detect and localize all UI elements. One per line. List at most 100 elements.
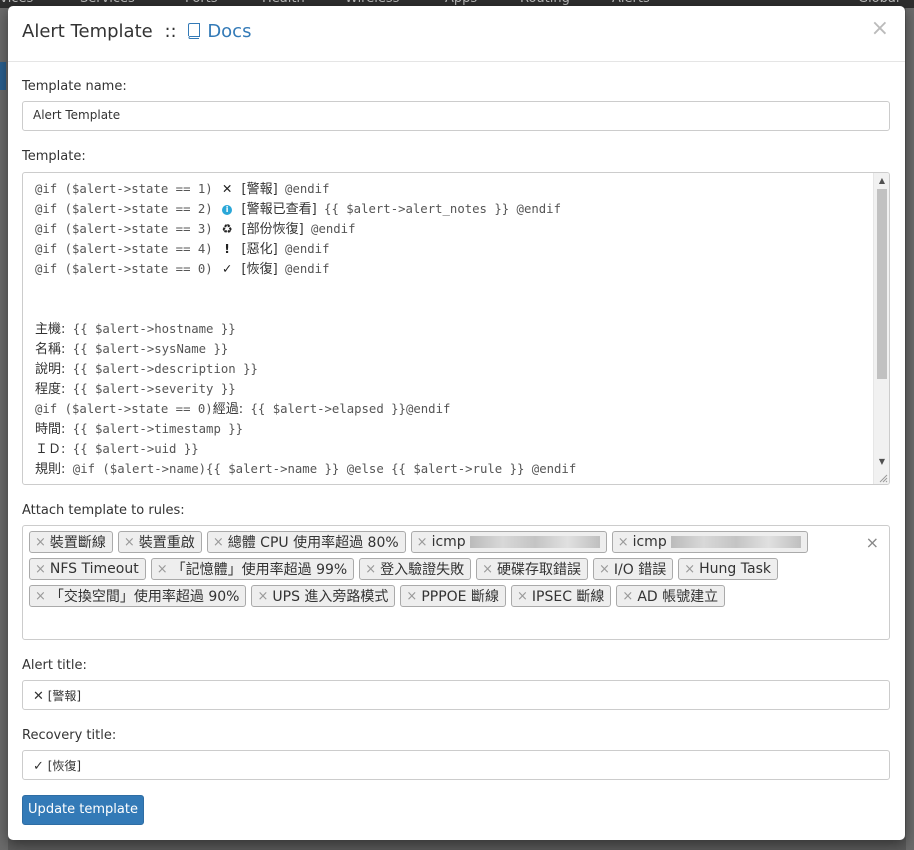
recovery-title-label: Recovery title: <box>22 728 117 743</box>
code-text: @if ($alert->state == 4) <box>35 242 221 256</box>
remove-tag-icon[interactable]: × <box>618 535 629 550</box>
remove-tag-icon[interactable]: × <box>684 562 695 577</box>
code-label: [警報] <box>241 182 278 197</box>
template-line: 說明: {{ $alert->description }} <box>35 359 871 379</box>
rule-tag[interactable]: × 總體 CPU 使用率超過 80% <box>206 531 406 553</box>
template-line: ＩＤ: {{ $alert->uid }} <box>35 439 871 459</box>
remove-tag-icon[interactable]: × <box>213 535 224 550</box>
rule-tag-label: icmp <box>431 534 466 550</box>
background-page-right <box>906 8 914 850</box>
close-button[interactable]: × <box>871 18 889 40</box>
rule-tag-label: PPPOE 斷線 <box>421 589 499 605</box>
template-line: @if ($alert->state == 0) ✓ [恢復] @endif <box>35 259 871 279</box>
background-tab <box>0 62 6 90</box>
rule-tag[interactable]: × UPS 進入旁路模式 <box>251 585 396 607</box>
modal-header: Alert Template :: Docs × <box>8 6 905 62</box>
redacted-text <box>469 536 600 548</box>
code-text: @endif <box>277 182 330 196</box>
template-line: 時間: {{ $alert->timestamp }} <box>35 419 871 439</box>
rule-tag[interactable]: × IPSEC 斷線 <box>510 585 612 607</box>
rule-tag[interactable]: × 登入驗證失敗 <box>359 558 472 580</box>
background-page-left <box>0 8 8 850</box>
rule-tag[interactable]: × 「交換空間」使用率超過 90% <box>29 585 247 607</box>
code-text: @endif <box>277 262 330 276</box>
code-label: 時間: <box>35 422 66 437</box>
code-label: [部份恢復] <box>241 222 304 237</box>
rule-tag[interactable]: × AD 帳號建立 <box>616 585 726 607</box>
rule-tag[interactable]: × Hung Task <box>678 558 778 580</box>
attach-rules-label: Attach template to rules: <box>22 503 185 518</box>
rule-tag-label: UPS 進入旁路模式 <box>272 589 389 605</box>
update-template-button[interactable]: Update template <box>22 795 144 825</box>
remove-tag-icon[interactable]: × <box>622 589 633 604</box>
template-name-label: Template name: <box>22 79 127 94</box>
recovery-title-input[interactable]: ✓ [恢復] <box>22 750 890 780</box>
rules-select[interactable]: × 裝置斷線 × 裝置重啟 × 總體 CPU 使用率超過 80% × icmp × icmp × NF… <box>22 525 890 640</box>
template-line <box>35 279 871 299</box>
code-label: 名稱: <box>35 342 66 357</box>
code-text: @endif <box>303 222 356 236</box>
code-label: 程度: <box>35 382 66 397</box>
template-line <box>35 299 871 319</box>
rule-tag-label: 裝置斷線 <box>49 535 106 551</box>
code-text: {{ $alert->elapsed }}@endif <box>243 402 451 416</box>
remove-tag-icon[interactable]: × <box>35 535 46 550</box>
remove-tag-icon[interactable]: × <box>406 589 417 604</box>
code-label: 經過: <box>212 402 244 417</box>
rule-tag-label: NFS Timeout <box>49 561 139 577</box>
remove-tag-icon[interactable]: × <box>35 562 46 577</box>
docs-link[interactable]: Docs <box>188 21 251 42</box>
alert-title-input[interactable]: ✕ [警報] <box>22 680 890 710</box>
textarea-scrollbar[interactable]: ▲ ▼ <box>873 173 889 484</box>
code-text: {{ $alert->uid }} <box>65 442 199 456</box>
remove-tag-icon[interactable]: × <box>482 562 493 577</box>
rule-tag[interactable]: × 「記憶體」使用率超過 99% <box>150 558 355 580</box>
rule-tag-label: Hung Task <box>699 561 771 577</box>
template-line: 名稱: {{ $alert->sysName }} <box>35 339 871 359</box>
rule-tag[interactable]: × 裝置重啟 <box>117 531 202 553</box>
code-text: @endif <box>277 242 330 256</box>
remove-tag-icon[interactable]: × <box>417 535 428 550</box>
remove-tag-icon[interactable]: × <box>365 562 376 577</box>
x-mark-icon: ✕ <box>33 689 44 704</box>
rule-tag-label: 總體 CPU 使用率超過 80% <box>227 535 399 551</box>
remove-tag-icon[interactable]: × <box>517 589 528 604</box>
x-mark-icon: ✕ <box>221 182 233 196</box>
remove-tag-icon[interactable]: × <box>35 589 46 604</box>
rule-tag-label: icmp <box>632 534 667 550</box>
remove-tag-icon[interactable]: × <box>124 535 135 550</box>
check-icon: ✓ <box>33 759 44 774</box>
rule-tag[interactable]: × PPPOE 斷線 <box>400 585 506 607</box>
redacted-text <box>670 536 801 548</box>
rule-tags: × 裝置斷線 × 裝置重啟 × 總體 CPU 使用率超過 80% × icmp × icmp × NF… <box>29 531 829 612</box>
code-text: @if ($alert->state == 3) <box>35 222 221 236</box>
modal-title-text: Alert Template <box>22 21 153 42</box>
code-label: [警報已查看] <box>241 202 317 217</box>
scroll-up-arrow-icon[interactable]: ▲ <box>874 174 889 188</box>
scroll-thumb[interactable] <box>877 189 887 379</box>
rule-tag-label: I/O 錯誤 <box>613 562 667 578</box>
rule-tag[interactable]: × 硬碟存取錯誤 <box>476 558 589 580</box>
rule-tag-label: IPSEC 斷線 <box>531 589 605 605</box>
template-textarea[interactable]: @if ($alert->state == 1) ✕ [警報] @endif @i… <box>22 172 890 485</box>
template-name-input[interactable]: Alert Template <box>22 101 890 131</box>
recycle-icon: ♻ <box>221 222 233 236</box>
alert-template-modal: Alert Template :: Docs × Template name: … <box>8 6 905 840</box>
scroll-down-arrow-icon[interactable]: ▼ <box>874 455 889 469</box>
rule-tag[interactable]: × icmp <box>410 531 607 553</box>
code-text: {{ $alert->timestamp }} <box>65 422 244 436</box>
rule-tag[interactable]: × icmp <box>611 531 808 553</box>
code-label: ＩＤ: <box>35 442 66 457</box>
title-separator: :: <box>164 21 177 42</box>
rule-tag[interactable]: × 裝置斷線 <box>29 531 113 553</box>
rule-tag[interactable]: × I/O 錯誤 <box>593 558 674 580</box>
rule-tag[interactable]: × NFS Timeout <box>29 558 146 580</box>
clear-all-icon[interactable]: × <box>866 533 879 552</box>
remove-tag-icon[interactable]: × <box>257 589 268 604</box>
remove-tag-icon[interactable]: × <box>599 562 610 577</box>
info-icon: i <box>222 205 233 215</box>
template-line: 規則: @if ($alert->name){{ $alert->name }}… <box>35 459 871 479</box>
resize-grip-icon[interactable] <box>878 473 888 483</box>
template-line: 主機: {{ $alert->hostname }} <box>35 319 871 339</box>
remove-tag-icon[interactable]: × <box>157 562 168 577</box>
